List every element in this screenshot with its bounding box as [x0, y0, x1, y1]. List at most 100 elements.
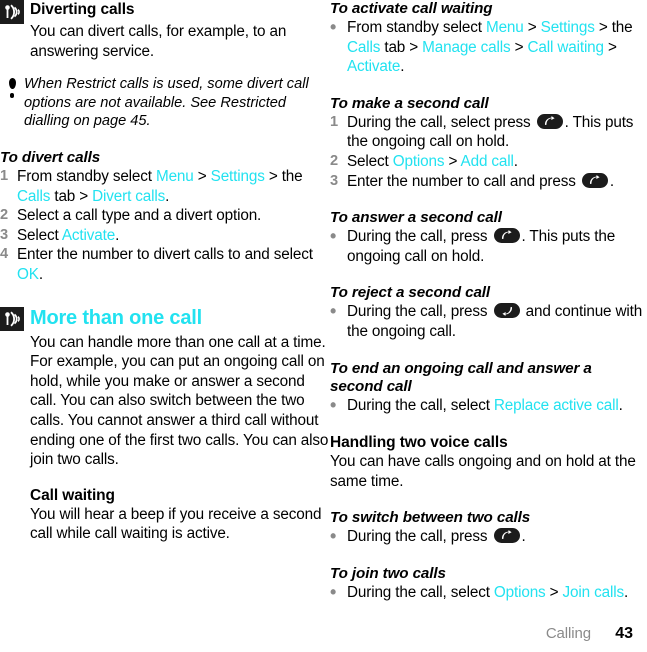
procedure-answer-second-call: To answer a second call • During the call… — [330, 209, 647, 266]
procedure-step: • During the call, select Options > Join … — [330, 581, 647, 603]
antenna-broadcast-icon — [0, 306, 24, 331]
procedure-title: To join two calls — [330, 564, 446, 582]
step-text: During the call, select Options > Join c… — [347, 583, 647, 603]
procedure-make-second-call: To make a second call 1 During the call, … — [330, 95, 647, 191]
procedure-step: • During the call, press . — [330, 527, 647, 547]
footer-chapter-name: Calling — [545, 625, 591, 642]
procedure-step: • During the call, select Replace active … — [330, 395, 647, 416]
left-column: Diverting calls You can divert calls, fo… — [0, 0, 330, 544]
divert-calls-steps: 1 From standby select Menu > Settings > t… — [0, 167, 330, 285]
step-text-fragment: > — [510, 38, 528, 56]
step-text-fragment: . — [165, 187, 170, 205]
step-text: During the call, select Replace active c… — [347, 396, 647, 416]
step-marker: • — [330, 301, 337, 322]
step-marker: • — [330, 581, 337, 602]
note-restrict-calls: When Restrict calls is used, some divert… — [0, 75, 330, 131]
procedure-step: 1 During the call, select press . This pu… — [330, 113, 647, 152]
step-text: Enter the number to divert calls to and … — [17, 245, 330, 284]
step-marker: 3 — [0, 226, 8, 243]
section-more-than-one-call: More than one call You can handle more t… — [0, 306, 330, 544]
step-text-fragment: Select a call type and a divert option. — [17, 207, 262, 225]
procedure-title: To reject a second call — [330, 284, 491, 302]
call-key-icon — [581, 172, 608, 188]
step-marker: 2 — [0, 207, 8, 224]
step-text: During the call, press and continue with… — [347, 302, 647, 341]
handling-two-voice-calls-text: You can have calls ongoing and on hold a… — [330, 453, 636, 490]
step-text: From standby select Menu > Settings > th… — [17, 167, 330, 206]
footer-page-number: 43 — [615, 625, 633, 642]
heading-diverting-calls: Diverting calls — [30, 1, 135, 18]
step-text-fragment: . — [115, 226, 120, 244]
step-text-fragment: . — [623, 583, 629, 601]
procedure-title: To switch between two calls — [330, 509, 531, 527]
procedure-step: 2 Select Options > Add call. — [330, 152, 647, 172]
menu-path-item[interactable]: Call waiting — [527, 39, 604, 56]
procedure-end-and-answer: To end an ongoing call and answer a seco… — [330, 360, 647, 416]
section-handling-two-voice-calls: Handling two voice calls You can have ca… — [330, 433, 647, 491]
menu-path-item[interactable]: Settings — [211, 168, 265, 185]
step-text-fragment: > — [523, 19, 541, 36]
step-marker: 2 — [330, 152, 338, 169]
antenna-broadcast-icon — [0, 0, 24, 24]
step-marker: • — [330, 226, 337, 247]
menu-path-item[interactable]: Replace active call — [494, 397, 619, 414]
step-text-fragment: tab > — [50, 187, 93, 205]
step-text: During the call, select press . This put… — [347, 113, 647, 152]
menu-path-item[interactable]: Divert calls — [92, 188, 165, 205]
menu-path-item[interactable]: Manage calls — [422, 39, 510, 56]
note-text: When Restrict calls is used, some divert… — [24, 75, 330, 131]
step-marker: • — [330, 526, 337, 547]
procedure-title: To end an ongoing call and answer a seco… — [330, 359, 592, 395]
step-text: During the call, press . This puts the o… — [347, 227, 647, 266]
menu-path-item[interactable]: Settings — [541, 19, 595, 36]
make-second-call-steps: 1 During the call, select press . This pu… — [330, 113, 647, 191]
menu-path-item[interactable]: Activate — [62, 227, 115, 244]
call-key-icon — [493, 228, 520, 244]
step-text-fragment: From standby select — [17, 167, 156, 185]
menu-path-item[interactable]: Menu — [156, 168, 194, 185]
section-diverting-calls: Diverting calls You can divert calls, fo… — [0, 0, 330, 61]
procedure-title: To answer a second call — [330, 209, 502, 227]
step-text: From standby select Menu > Settings > th… — [347, 18, 647, 77]
menu-path-item[interactable]: Menu — [486, 19, 524, 36]
call-key-icon — [493, 528, 520, 544]
menu-path-item[interactable]: Activate — [347, 58, 400, 75]
step-marker: 3 — [330, 172, 338, 189]
menu-path-item[interactable]: Add call — [461, 153, 514, 170]
menu-path-item[interactable]: Calls — [17, 188, 50, 205]
end-and-answer-steps: • During the call, select Replace active … — [330, 395, 647, 416]
step-text-fragment: > — [545, 583, 563, 601]
page-footer: Calling 43 — [0, 625, 647, 643]
step-text-fragment: During the call, press — [347, 303, 492, 321]
step-text-fragment: Select — [17, 226, 62, 244]
step-text-fragment: From standby select — [347, 19, 486, 36]
heading-handling-two-voice-calls: Handling two voice calls — [330, 434, 508, 452]
step-text-fragment: > the — [264, 167, 303, 185]
procedure-activate-call-waiting: To activate call waiting • From standby s… — [330, 0, 647, 77]
procedure-step: • During the call, press and continue wit… — [330, 302, 647, 341]
procedure-switch-between-two-calls: To switch between two calls • During the … — [330, 509, 647, 547]
step-text-fragment: During the call, select — [347, 583, 494, 601]
step-text-fragment: . — [618, 396, 623, 414]
step-marker: 1 — [330, 113, 338, 130]
procedure-step: 2 Select a call type and a divert option. — [0, 206, 330, 226]
step-marker: 1 — [0, 167, 8, 184]
answer-second-call-steps: • During the call, press . This puts the … — [330, 227, 647, 266]
diverting-calls-intro: You can divert calls, for example, to an… — [30, 23, 287, 60]
step-text: Select a call type and a divert option. — [17, 206, 330, 226]
step-text-fragment: During the call, press — [347, 528, 492, 546]
step-text-fragment: Enter the number to divert calls to and … — [17, 246, 313, 264]
menu-path-item[interactable]: Options — [393, 153, 445, 170]
menu-path-item[interactable]: OK — [17, 266, 39, 283]
step-text-fragment: . — [609, 172, 614, 190]
step-text-fragment: Enter the number to call and press — [347, 172, 580, 190]
step-text-fragment: tab > — [380, 38, 423, 56]
procedure-to-divert-calls: To divert calls 1 From standby select Men… — [0, 149, 330, 285]
menu-path-item[interactable]: Options — [494, 584, 546, 601]
menu-path-item[interactable]: Calls — [347, 39, 380, 56]
step-text: Select Options > Add call. — [347, 152, 647, 172]
menu-path-item[interactable]: Join calls — [563, 584, 625, 601]
procedure-step: 3 Enter the number to call and press . — [330, 172, 647, 192]
procedure-title: To make a second call — [330, 94, 489, 112]
step-marker: 4 — [0, 246, 8, 263]
